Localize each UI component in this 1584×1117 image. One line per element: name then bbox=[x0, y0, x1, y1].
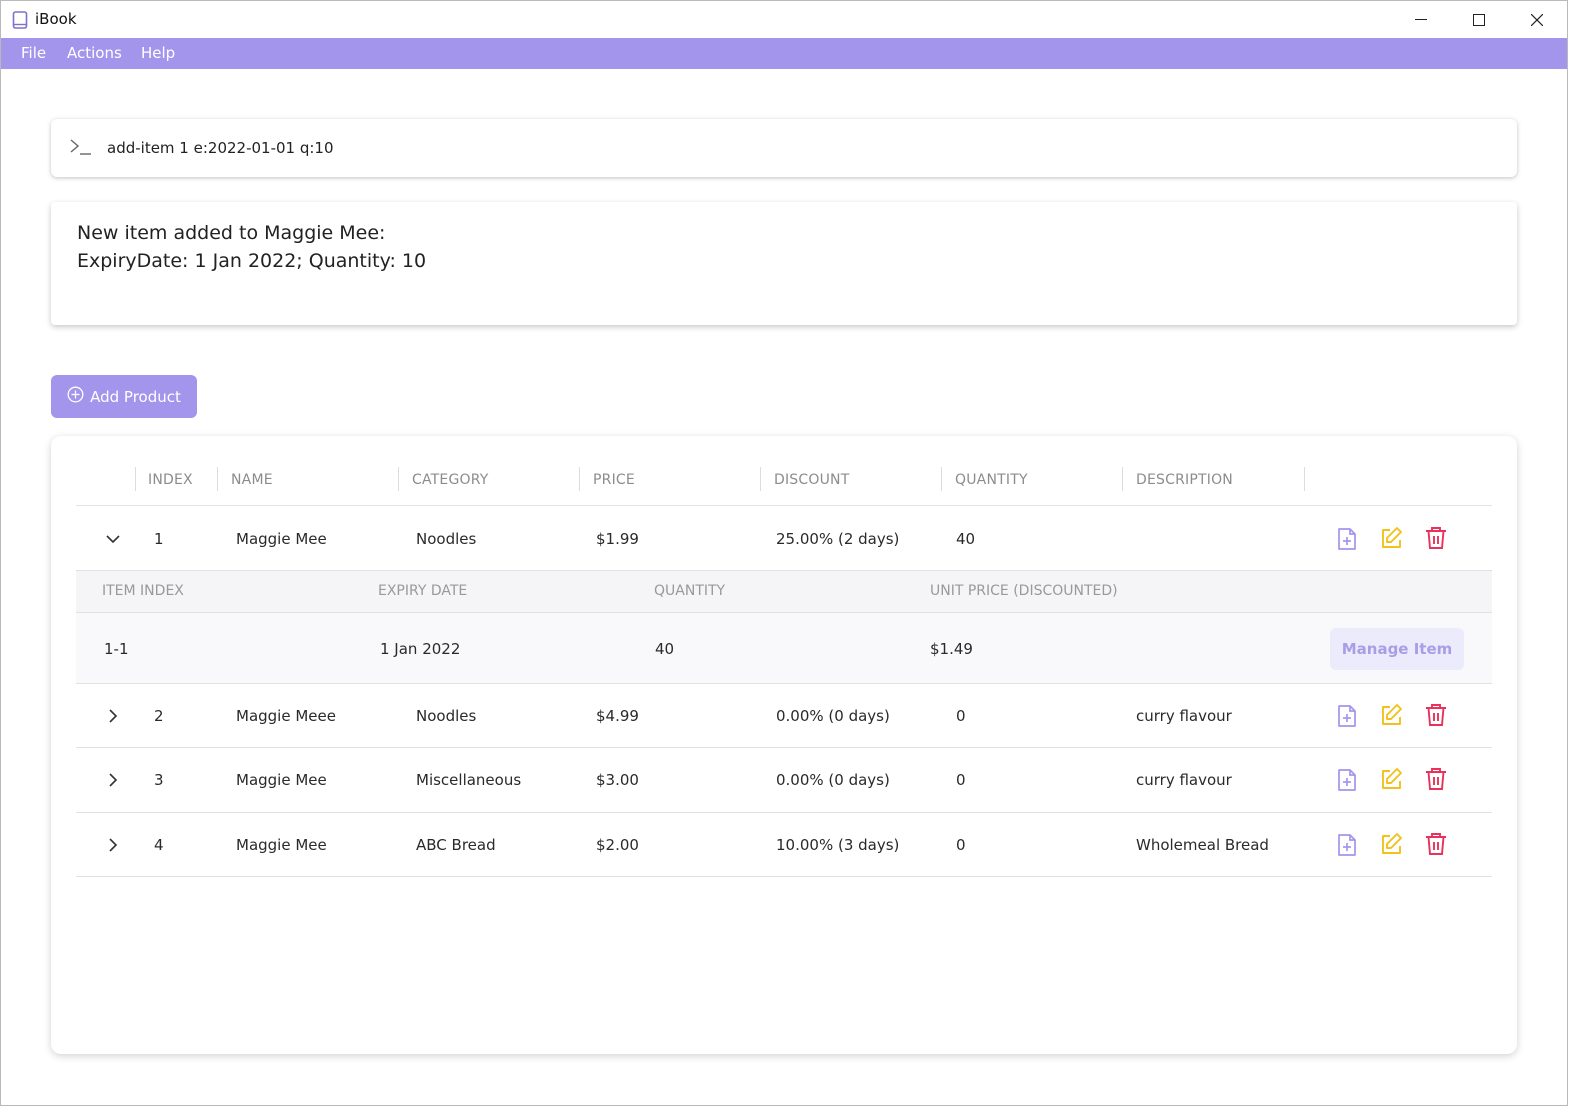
item-1-unit-price: $1.49 bbox=[930, 640, 973, 658]
row-divider bbox=[76, 570, 1492, 571]
window-title: iBook bbox=[35, 10, 77, 28]
menu-actions[interactable]: Actions bbox=[67, 44, 122, 62]
row-divider bbox=[76, 812, 1492, 813]
header-quantity[interactable]: QUANTITY bbox=[955, 472, 1028, 488]
result-display: New item added to Maggie Mee: ExpiryDate… bbox=[51, 202, 1517, 325]
row-2-quantity: 0 bbox=[956, 707, 966, 725]
header-separator bbox=[760, 467, 761, 491]
book-icon bbox=[12, 11, 28, 33]
row-4-discount: 10.00% (3 days) bbox=[776, 836, 900, 854]
header-separator bbox=[135, 467, 136, 491]
header-price[interactable]: PRICE bbox=[593, 472, 635, 488]
chevron-right-icon[interactable] bbox=[104, 707, 122, 729]
row-1-category: Noodles bbox=[416, 530, 477, 548]
minimize-button[interactable] bbox=[1392, 1, 1450, 38]
subheader-unit-price: UNIT PRICE (DISCOUNTED) bbox=[930, 583, 1118, 599]
manage-item-button[interactable]: Manage Item bbox=[1330, 628, 1464, 670]
menu-bar: File Actions Help bbox=[1, 38, 1567, 69]
file-add-icon[interactable] bbox=[1336, 527, 1358, 555]
row-2-category: Noodles bbox=[416, 707, 477, 725]
header-description[interactable]: DESCRIPTION bbox=[1136, 472, 1233, 488]
file-add-icon[interactable] bbox=[1336, 768, 1358, 796]
row-divider bbox=[76, 876, 1492, 877]
edit-icon[interactable] bbox=[1379, 767, 1403, 795]
file-add-icon[interactable] bbox=[1336, 833, 1358, 861]
header-separator bbox=[398, 467, 399, 491]
subheader-item-index: ITEM INDEX bbox=[102, 583, 184, 599]
file-add-icon[interactable] bbox=[1336, 704, 1358, 732]
row-2-discount: 0.00% (0 days) bbox=[776, 707, 890, 725]
row-4-price: $2.00 bbox=[596, 836, 639, 854]
row-4-description: Wholemeal Bread bbox=[1136, 836, 1269, 854]
chevron-down-icon[interactable] bbox=[104, 530, 122, 552]
item-1-expiry: 1 Jan 2022 bbox=[380, 640, 461, 658]
header-separator bbox=[217, 467, 218, 491]
header-index[interactable]: INDEX bbox=[148, 472, 193, 488]
row-3-quantity: 0 bbox=[956, 771, 966, 789]
result-line-2: ExpiryDate: 1 Jan 2022; Quantity: 10 bbox=[77, 250, 427, 272]
row-divider bbox=[76, 505, 1492, 506]
command-input-box[interactable]: add-item 1 e:2022-01-01 q:10 bbox=[51, 119, 1517, 177]
header-separator bbox=[579, 467, 580, 491]
row-1-price: $1.99 bbox=[596, 530, 639, 548]
row-1-quantity: 40 bbox=[956, 530, 976, 548]
row-2-name: Maggie Meee bbox=[236, 707, 336, 725]
add-product-button[interactable]: Add Product bbox=[51, 375, 197, 418]
row-4-name: Maggie Mee bbox=[236, 836, 327, 854]
subheader-expiry-date: EXPIRY DATE bbox=[378, 583, 468, 599]
edit-icon[interactable] bbox=[1379, 526, 1403, 554]
title-bar: iBook bbox=[1, 1, 1567, 38]
row-4-index: 4 bbox=[154, 836, 164, 854]
row-divider bbox=[76, 747, 1492, 748]
trash-icon[interactable] bbox=[1425, 703, 1447, 731]
menu-help[interactable]: Help bbox=[141, 44, 175, 62]
add-circle-icon bbox=[67, 386, 84, 407]
row-3-discount: 0.00% (0 days) bbox=[776, 771, 890, 789]
item-subtable-header bbox=[76, 571, 1492, 612]
header-separator bbox=[1304, 467, 1305, 491]
prompt-icon bbox=[70, 138, 92, 160]
chevron-right-icon[interactable] bbox=[104, 771, 122, 793]
row-1-name: Maggie Mee bbox=[236, 530, 327, 548]
row-3-description: curry flavour bbox=[1136, 771, 1232, 789]
header-separator bbox=[1122, 467, 1123, 491]
chevron-right-icon[interactable] bbox=[104, 836, 122, 858]
row-3-price: $3.00 bbox=[596, 771, 639, 789]
result-line-1: New item added to Maggie Mee: bbox=[77, 222, 386, 244]
maximize-button[interactable] bbox=[1450, 1, 1508, 38]
row-3-index: 3 bbox=[154, 771, 164, 789]
row-2-index: 2 bbox=[154, 707, 164, 725]
header-discount[interactable]: DISCOUNT bbox=[774, 472, 849, 488]
command-input[interactable]: add-item 1 e:2022-01-01 q:10 bbox=[107, 139, 334, 157]
trash-icon[interactable] bbox=[1425, 526, 1447, 554]
trash-icon[interactable] bbox=[1425, 832, 1447, 860]
item-1-quantity: 40 bbox=[655, 640, 675, 658]
trash-icon[interactable] bbox=[1425, 767, 1447, 795]
subheader-quantity: QUANTITY bbox=[654, 583, 726, 599]
close-button[interactable] bbox=[1508, 1, 1566, 38]
row-1-index: 1 bbox=[154, 530, 164, 548]
product-table bbox=[51, 436, 1517, 1054]
row-3-name: Maggie Mee bbox=[236, 771, 327, 789]
add-product-label: Add Product bbox=[90, 387, 181, 406]
edit-icon[interactable] bbox=[1379, 703, 1403, 731]
row-1-discount: 25.00% (2 days) bbox=[776, 530, 900, 548]
header-category[interactable]: CATEGORY bbox=[412, 472, 489, 488]
item-1-index: 1-1 bbox=[104, 640, 129, 658]
edit-icon[interactable] bbox=[1379, 832, 1403, 860]
header-separator bbox=[941, 467, 942, 491]
row-4-quantity: 0 bbox=[956, 836, 966, 854]
row-2-description: curry flavour bbox=[1136, 707, 1232, 725]
menu-file[interactable]: File bbox=[21, 44, 46, 62]
row-divider bbox=[76, 683, 1492, 684]
row-4-category: ABC Bread bbox=[416, 836, 496, 854]
item-row bbox=[76, 613, 1492, 683]
row-3-category: Miscellaneous bbox=[416, 771, 522, 789]
row-2-price: $4.99 bbox=[596, 707, 639, 725]
header-name[interactable]: NAME bbox=[231, 472, 273, 488]
